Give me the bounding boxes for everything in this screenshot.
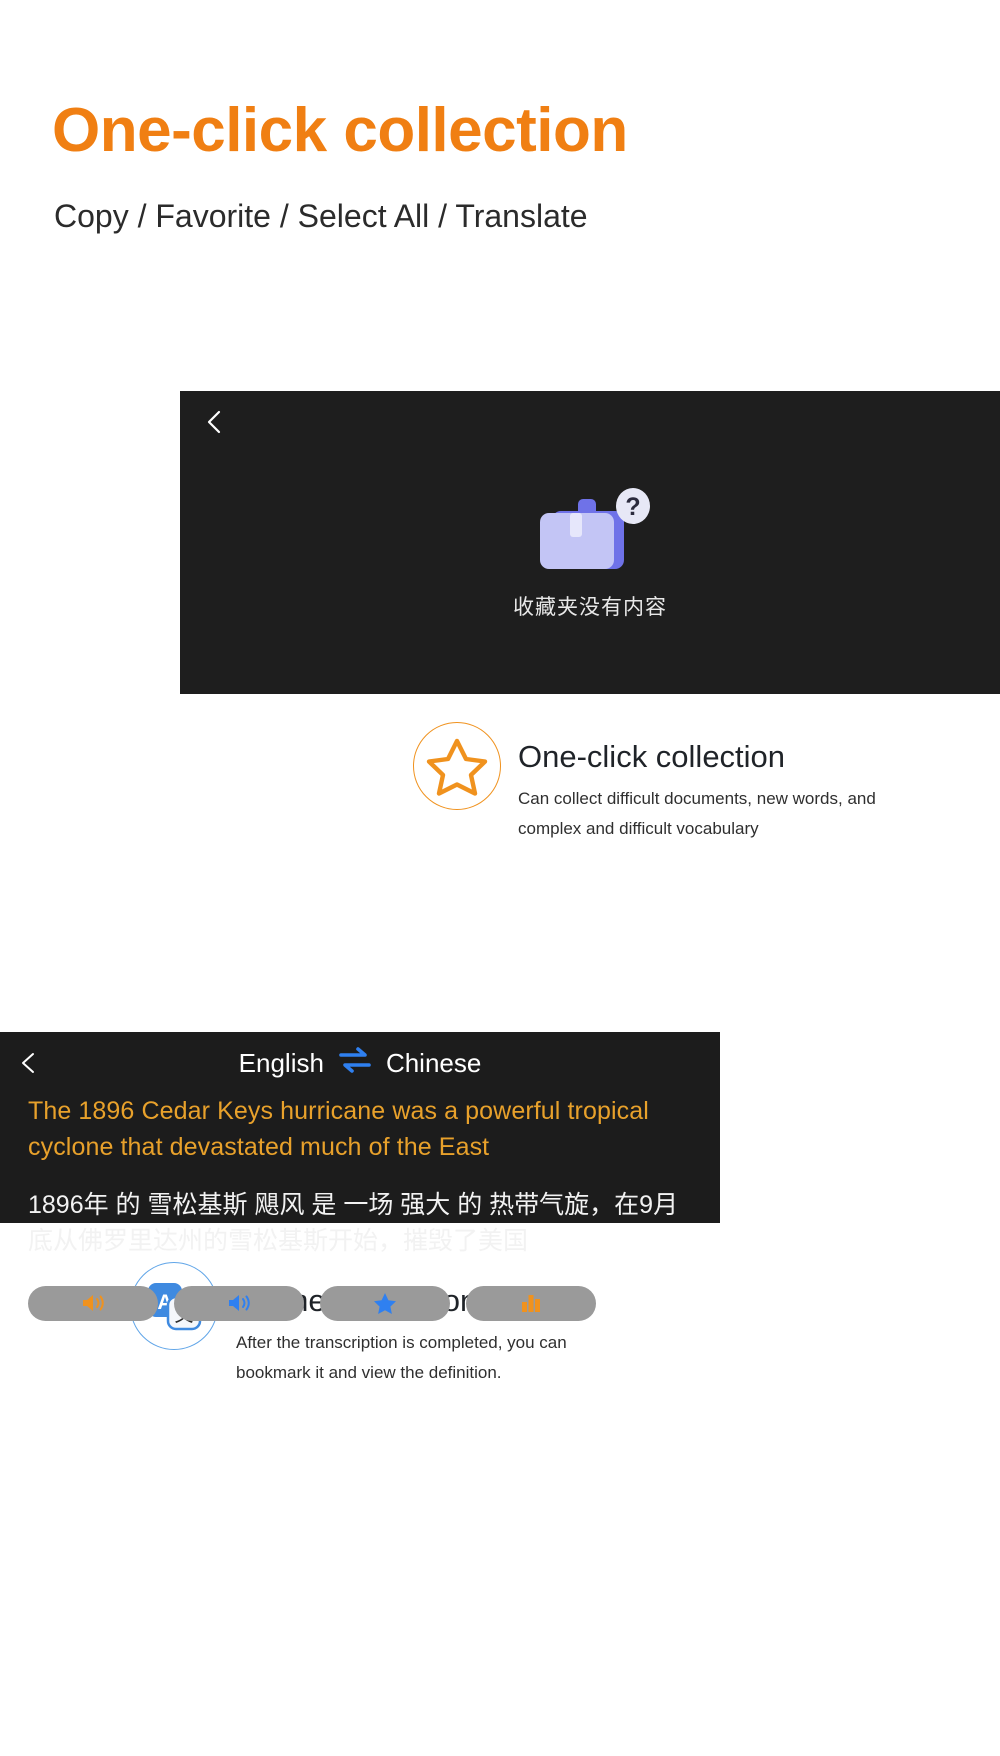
star-outline-icon xyxy=(413,722,501,810)
speaker-icon xyxy=(229,1295,250,1311)
briefcase-question-icon: ? xyxy=(528,487,653,575)
feature-description: Can collect difficult documents, new wor… xyxy=(518,789,876,838)
translation-header-row: English Chinese xyxy=(0,1032,720,1094)
language-pair-control[interactable]: English Chinese xyxy=(239,1046,481,1081)
source-text: The 1896 Cedar Keys hurricane was a powe… xyxy=(28,1097,649,1161)
page-subtitle: Copy / Favorite / Select All / Translate xyxy=(54,198,588,234)
statistics-button[interactable] xyxy=(466,1285,596,1321)
star-filled-icon xyxy=(374,1292,396,1314)
translation-panel-content: English Chinese The 1896 Cedar Keys hurr… xyxy=(0,1032,720,1343)
chevron-left-icon[interactable] xyxy=(14,1048,44,1078)
translation-action-row xyxy=(28,1285,692,1343)
target-text: 1896年 的 雪松基斯 飓风 是 一场 强大 的 热带气旋，在9月底从佛罗里达… xyxy=(28,1191,679,1256)
empty-state: ? 收藏夹没有内容 xyxy=(180,487,1000,621)
swap-arrows-icon[interactable] xyxy=(337,1046,373,1081)
favorite-button[interactable] xyxy=(320,1285,450,1321)
speak-source-button[interactable] xyxy=(28,1285,158,1321)
favorites-panel: ? 收藏夹没有内容 xyxy=(180,391,1000,694)
feature-title: One-click collection xyxy=(518,739,786,774)
page-root: One-click collection Copy / Favorite / S… xyxy=(0,0,1000,1756)
feature-one-click-collection: One-click collection Can collect difficu… xyxy=(413,722,973,844)
target-language-value[interactable]: Chinese xyxy=(386,1048,481,1079)
source-language-value[interactable]: English xyxy=(239,1048,324,1079)
bar-chart-icon xyxy=(522,1295,540,1312)
page-title: One-click collection xyxy=(52,96,628,165)
empty-state-caption: 收藏夹没有内容 xyxy=(513,596,667,619)
svg-text:?: ? xyxy=(625,493,640,521)
chevron-left-icon[interactable] xyxy=(198,405,232,439)
speaker-icon xyxy=(83,1295,104,1311)
speak-target-button[interactable] xyxy=(174,1285,304,1321)
translation-body: The 1896 Cedar Keys hurricane was a powe… xyxy=(0,1094,720,1343)
